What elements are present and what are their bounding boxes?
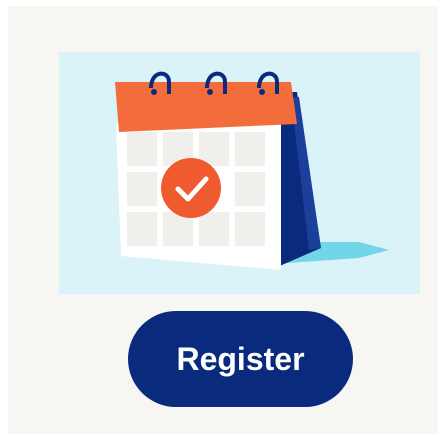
registration-card: Register [8, 6, 438, 434]
calendar-header [115, 82, 297, 132]
calendar-check-icon [115, 71, 389, 270]
register-button[interactable]: Register [128, 311, 353, 407]
check-circle-icon [161, 158, 221, 218]
hero-illustration [59, 52, 420, 294]
